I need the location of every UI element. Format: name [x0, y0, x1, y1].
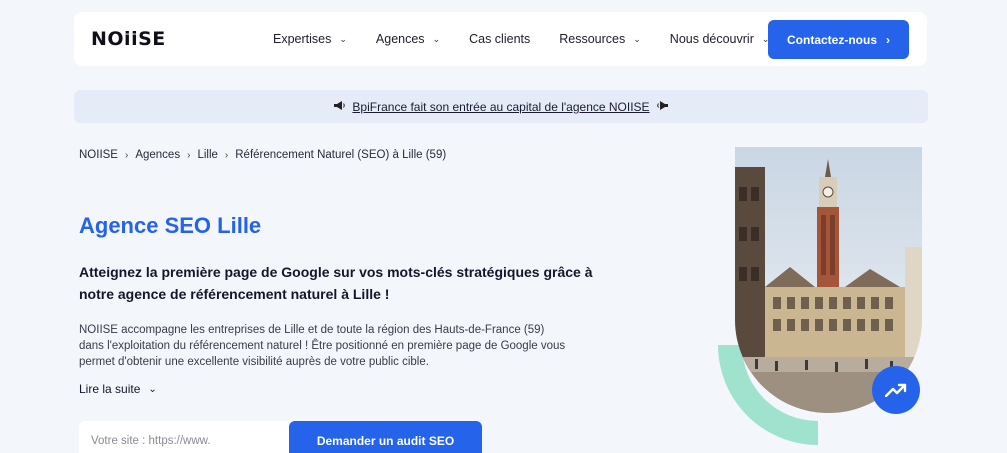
- nav-item-nous-decouvrir[interactable]: Nous découvrir ⌄: [670, 32, 770, 46]
- website-url-input[interactable]: [79, 421, 291, 453]
- breadcrumb-item[interactable]: Agences: [135, 149, 180, 161]
- nav-item-label: Expertises: [273, 32, 332, 46]
- page-subtitle: Atteignez la première page de Google sur…: [79, 264, 593, 302]
- nav-item-cas-clients[interactable]: Cas clients: [469, 32, 530, 46]
- nav-item-ressources[interactable]: Ressources ⌄: [559, 32, 641, 46]
- nav-item-label: Cas clients: [469, 32, 531, 46]
- read-more-toggle[interactable]: Lire la suite ⌄: [79, 382, 157, 396]
- page-title: Agence SEO Lille: [79, 213, 262, 238]
- nav-item-label: Ressources: [559, 32, 626, 46]
- breadcrumb-item[interactable]: NOIISE: [79, 149, 118, 161]
- chevron-down-icon: ⌄: [339, 33, 347, 44]
- chevron-right-icon: ›: [124, 149, 129, 161]
- megaphone-icon: [656, 100, 669, 114]
- page-description: NOIISE accompagne les entreprises de Lil…: [79, 324, 566, 368]
- announcement-link[interactable]: BpiFrance fait son entrée au capital de …: [352, 100, 649, 114]
- chevron-right-icon: ›: [187, 149, 191, 161]
- chevron-down-icon: ⌄: [633, 33, 641, 44]
- chevron-down-icon: ⌄: [432, 33, 441, 44]
- read-more-label: Lire la suite: [79, 382, 141, 396]
- hero-visual: [715, 147, 925, 447]
- chevron-down-icon: ⌄: [148, 383, 157, 395]
- nav-item-label: Nous découvrir: [669, 32, 754, 46]
- contact-button-label: Contactez-nous: [787, 32, 877, 47]
- breadcrumb-item[interactable]: Lille: [197, 149, 217, 161]
- chevron-right-icon: ›: [224, 149, 229, 161]
- logo[interactable]: NOiiSE: [91, 28, 166, 50]
- megaphone-icon: [333, 100, 346, 114]
- contact-button[interactable]: Contactez-nous ›: [768, 20, 909, 59]
- announcement-banner: BpiFrance fait son entrée au capital de …: [74, 90, 928, 123]
- trending-up-icon: [885, 383, 907, 397]
- breadcrumb: NOIISE › Agences › Lille › Référencement…: [79, 149, 446, 161]
- breadcrumb-current: Référencement Naturel (SEO) à Lille (59): [235, 149, 447, 161]
- main-nav: Expertises ⌄ Agences ⌄ Cas clients Resso…: [273, 12, 798, 66]
- audit-form: Demander un audit SEO: [79, 421, 482, 453]
- nav-item-agences[interactable]: Agences ⌄: [376, 32, 440, 46]
- trending-up-button[interactable]: [872, 366, 920, 414]
- request-audit-button[interactable]: Demander un audit SEO: [289, 421, 482, 453]
- chevron-right-icon: ›: [886, 32, 890, 47]
- nav-item-expertises[interactable]: Expertises ⌄: [273, 32, 347, 46]
- nav-item-label: Agences: [375, 32, 425, 46]
- site-header: NOiiSE Expertises ⌄ Agences ⌄ Cas client…: [74, 12, 927, 66]
